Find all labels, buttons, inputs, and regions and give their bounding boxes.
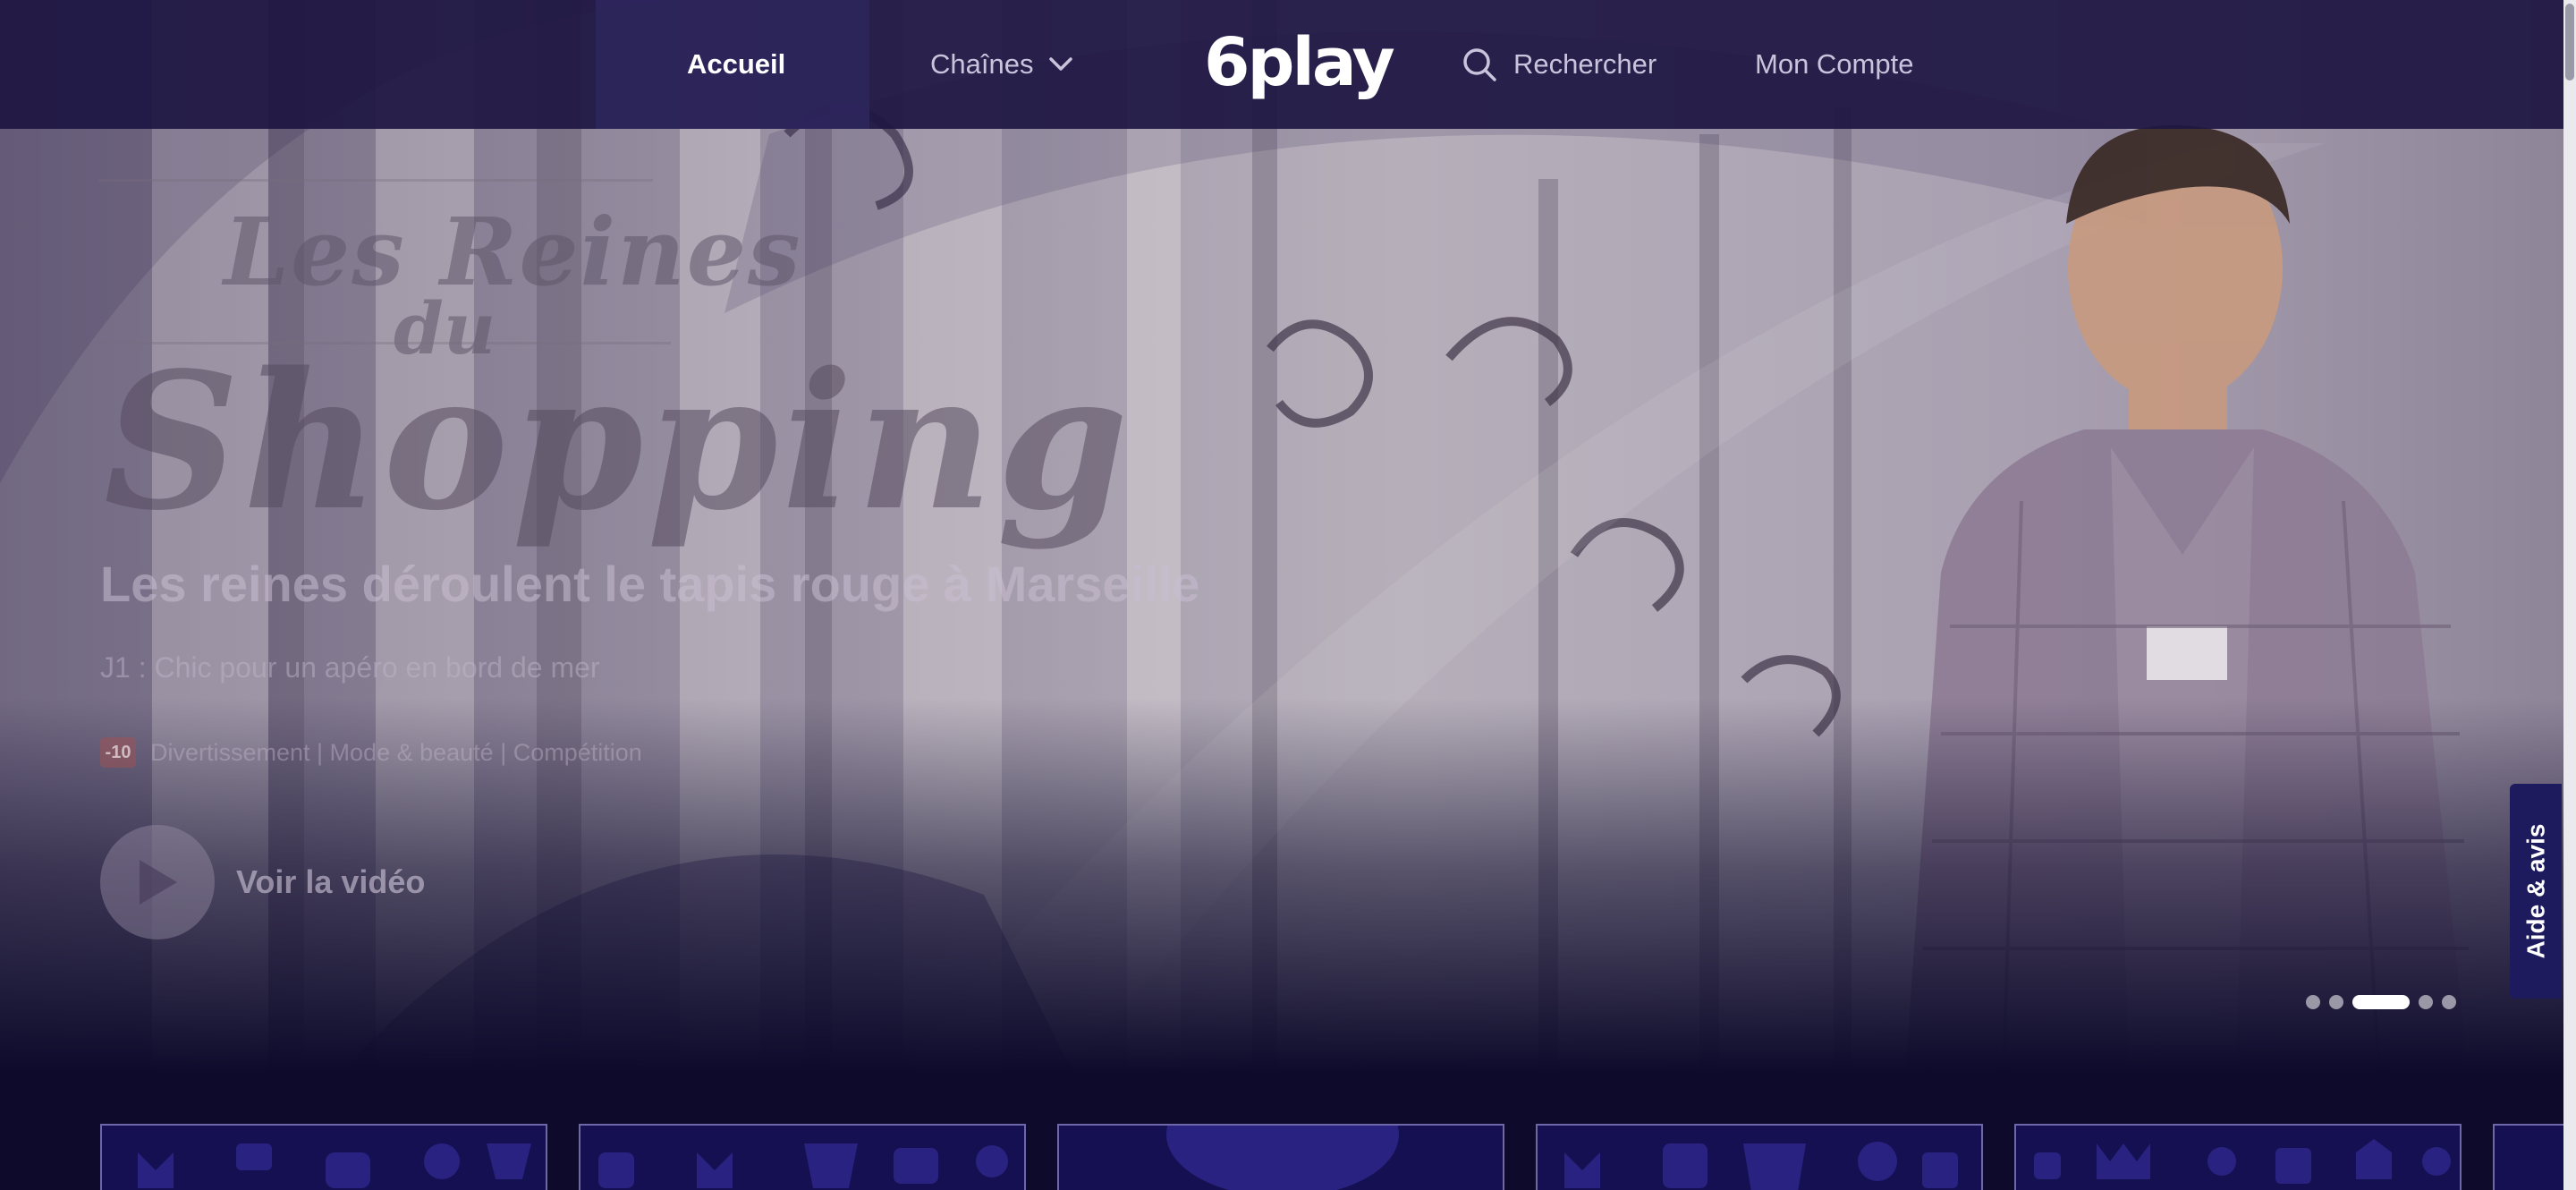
- carousel-pagination: [2306, 995, 2456, 1009]
- brand-logo[interactable]: 6play: [1204, 27, 1395, 98]
- hero-banner[interactable]: Les Reines du Shopping Les reines déroul…: [0, 0, 2563, 1074]
- program-genres: Divertissement | Mode & beauté | Compéti…: [150, 738, 642, 766]
- content-card[interactable]: [1057, 1124, 1504, 1190]
- play-video-button[interactable]: Voir la vidéo: [100, 825, 425, 939]
- carousel-dot[interactable]: [2306, 995, 2320, 1009]
- help-feedback-label[interactable]: Aide & avis: [2521, 824, 2550, 959]
- nav-search[interactable]: Rechercher: [1462, 0, 1657, 129]
- nav-account-label[interactable]: Mon Compte: [1755, 48, 1913, 81]
- show-logo-line1: Les Reines: [224, 197, 802, 307]
- search-icon[interactable]: [1462, 47, 1497, 82]
- content-card[interactable]: [2014, 1124, 2462, 1190]
- carousel-dot[interactable]: [2442, 995, 2456, 1009]
- show-logo: Les Reines du Shopping: [98, 179, 1128, 552]
- app-root: Les Reines du Shopping Les reines déroul…: [0, 0, 2576, 1190]
- nav-home[interactable]: Accueil: [687, 0, 785, 129]
- carousel-dot[interactable]: [2419, 995, 2433, 1009]
- help-feedback-tab[interactable]: Aide & avis: [2510, 784, 2562, 999]
- card-thumbnail: [1564, 1142, 1958, 1190]
- play-icon[interactable]: [100, 825, 215, 939]
- content-card[interactable]: [579, 1124, 1026, 1190]
- age-rating-badge: -10: [100, 737, 136, 768]
- carousel-dot[interactable]: [2329, 995, 2343, 1009]
- card-thumbnail: [2034, 1139, 2451, 1184]
- nav-account[interactable]: Mon Compte: [1755, 0, 1913, 129]
- nav-search-label[interactable]: Rechercher: [1513, 48, 1657, 81]
- nav-channels-label[interactable]: Chaînes: [930, 48, 1033, 81]
- play-video-label[interactable]: Voir la vidéo: [236, 863, 425, 901]
- content-card[interactable]: [1536, 1124, 1983, 1190]
- program-meta: -10 Divertissement | Mode & beauté | Com…: [100, 737, 642, 768]
- nav-home-label[interactable]: Accueil: [687, 48, 785, 81]
- card-thumbnail: [598, 1143, 1008, 1188]
- episode-title: Les reines déroulent le tapis rouge à Ma…: [100, 556, 1200, 612]
- show-logo-rule: [98, 179, 653, 182]
- top-navigation: Accueil Chaînes 6play Rechercher Mon Com…: [0, 0, 2563, 129]
- content-row: [0, 1124, 2576, 1190]
- content-card[interactable]: [100, 1124, 547, 1190]
- nav-channels[interactable]: Chaînes: [930, 0, 1073, 129]
- chevron-down-icon[interactable]: [1049, 57, 1073, 72]
- card-thumbnail: [1166, 1126, 1399, 1190]
- show-logo-main: Shopping: [104, 331, 1132, 552]
- carousel-dot-active[interactable]: [2352, 995, 2410, 1009]
- page-scrollbar[interactable]: [2563, 0, 2576, 1190]
- card-thumbnail: [138, 1143, 531, 1188]
- episode-subtitle: J1 : Chic pour un apéro en bord de mer: [100, 651, 600, 684]
- page-scrollbar-thumb[interactable]: [2565, 4, 2574, 81]
